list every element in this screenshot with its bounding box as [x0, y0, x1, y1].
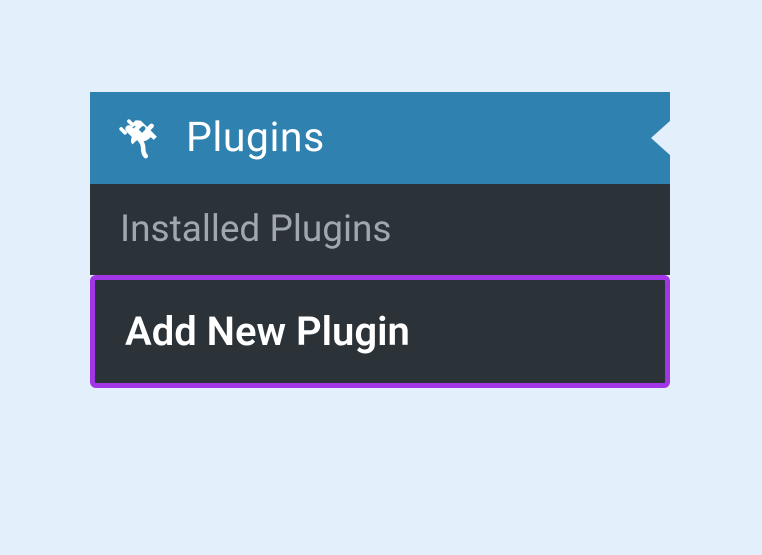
menu-header-plugins[interactable]: Plugins: [90, 92, 670, 184]
submenu-item-label: Add New Plugin: [125, 308, 410, 355]
submenu-item-label: Installed Plugins: [120, 208, 392, 251]
sidebar-item-installed-plugins[interactable]: Installed Plugins: [90, 184, 670, 275]
plug-icon: [114, 114, 162, 162]
sidebar-item-add-new-plugin[interactable]: Add New Plugin: [90, 275, 670, 388]
menu-header-label: Plugins: [186, 114, 325, 162]
plugins-menu: Plugins Installed Plugins Add New Plugin: [90, 92, 670, 388]
active-indicator-notch: [651, 120, 671, 156]
